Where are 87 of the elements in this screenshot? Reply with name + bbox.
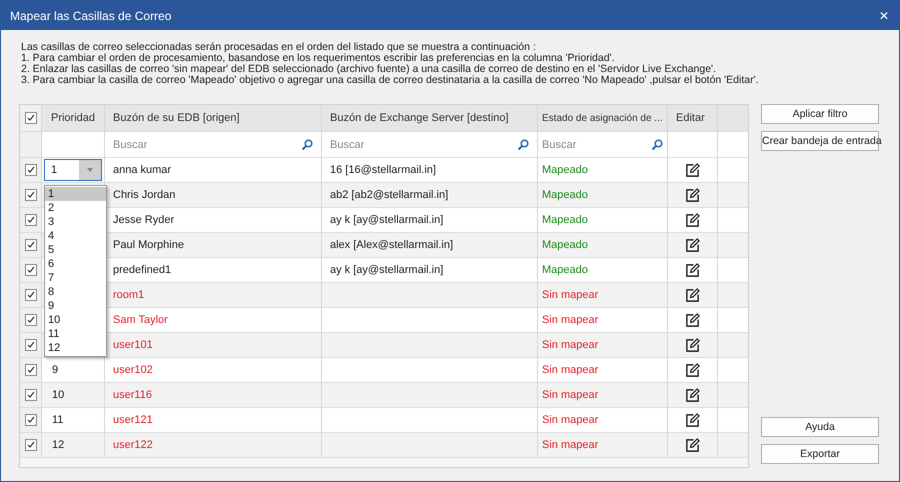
target-mailbox: 16 [16@stellarmail.in] (330, 164, 436, 176)
edit-icon[interactable] (685, 312, 700, 328)
dropdown-option[interactable]: 12 (45, 341, 106, 355)
instruction-text: 3. Para cambiar la casilla de correo 'Mapeado' objetivo o agregar una casilla de correo destinataria a la casilla de correo 'No Mapeado' ,pulsar el botón 'Editar'. (21, 75, 760, 86)
instruction-text: 2. Enlazar las casillas de correo 'sin mapear' del EDB seleccionado (archivo fuente) a una casilla de correo de destino en el 'Servidor Live Exchange'. (21, 64, 717, 75)
mapping-status: Sin mapear (542, 439, 598, 451)
dropdown-option[interactable]: 2 (45, 201, 106, 215)
source-mailbox: user121 (113, 414, 153, 426)
edit-icon[interactable] (685, 262, 700, 278)
priority-value: 11 (51, 414, 64, 426)
action-button[interactable]: Exportar (761, 444, 879, 464)
row-checkbox[interactable] (24, 239, 36, 251)
mapping-status: Mapeado (542, 214, 588, 226)
source-mailbox: user102 (113, 364, 153, 376)
mapping-status: Mapeado (542, 164, 588, 176)
close-button[interactable]: ✕ (868, 1, 899, 30)
dropdown-option[interactable]: 9 (45, 299, 106, 313)
source-mailbox: user116 (113, 389, 152, 401)
source-mailbox: Jesse Ryder (113, 214, 174, 226)
row-checkbox[interactable] (24, 414, 36, 426)
mapping-status: Sin mapear (542, 289, 598, 301)
mapping-status: Sin mapear (542, 364, 598, 376)
action-button[interactable]: Ayuda (761, 417, 879, 437)
search-field[interactable]: Buscar (330, 138, 430, 150)
mapping-status: Sin mapear (542, 414, 598, 426)
action-button[interactable]: Aplicar filtro (761, 104, 879, 124)
source-mailbox: Chris Jordan (113, 189, 176, 201)
source-mailbox: predefined1 (113, 264, 172, 276)
row-checkbox[interactable] (24, 314, 36, 326)
search-field[interactable]: Buscar (113, 138, 213, 150)
mapping-status: Mapeado (542, 264, 588, 276)
target-mailbox: ay k [ay@stellarmail.in] (330, 214, 444, 226)
source-mailbox: anna kumar (113, 164, 172, 176)
source-mailbox: user101 (113, 339, 153, 351)
edit-icon[interactable] (685, 238, 700, 252)
search-icon (517, 138, 529, 150)
source-mailbox: user122 (113, 439, 153, 451)
priority-value: 9 (51, 364, 58, 376)
search-icon (651, 138, 663, 150)
priority-combobox[interactable]: 1 (44, 159, 102, 181)
dropdown-option[interactable]: 10 (45, 313, 106, 327)
row-checkbox[interactable] (24, 339, 36, 351)
mapping-status: Mapeado (542, 189, 588, 201)
edit-icon[interactable] (685, 412, 700, 428)
select-all-checkbox[interactable] (24, 112, 36, 124)
mapping-status: Sin mapear (542, 314, 598, 326)
dropdown-option[interactable]: 1 (45, 187, 106, 201)
priority-value: 10 (51, 389, 64, 401)
edit-icon[interactable] (685, 288, 700, 302)
row-checkbox[interactable] (24, 164, 36, 176)
dropdown-option[interactable]: 3 (45, 215, 106, 229)
edit-icon[interactable] (685, 338, 700, 352)
dropdown-option[interactable]: 4 (45, 229, 106, 243)
instruction-text: 1. Para cambiar el orden de procesamiento, basandose en los requerimentos escribir las preferencias en la columna 'Prioridad'. (21, 53, 616, 64)
edit-icon[interactable] (685, 362, 700, 378)
source-mailbox: Paul Morphine (113, 239, 184, 251)
priority-value: 12 (51, 439, 64, 451)
edit-icon[interactable] (685, 388, 700, 402)
target-mailbox: ay k [ay@stellarmail.in] (330, 264, 444, 276)
edit-icon[interactable] (685, 162, 700, 178)
search-icon (301, 138, 313, 150)
instruction-text: Las casillas de correo seleccionadas serán procesadas en el orden del listado que se muestra a continuación : (21, 42, 537, 53)
row-checkbox[interactable] (24, 214, 36, 226)
row-checkbox[interactable] (24, 289, 36, 301)
mapping-status: Sin mapear (542, 389, 598, 401)
target-mailbox: ab2 [ab2@stellarmail.in] (330, 189, 448, 201)
row-checkbox[interactable] (24, 364, 36, 376)
edit-icon[interactable] (685, 188, 700, 202)
mapping-status: Mapeado (542, 239, 588, 251)
search-field[interactable]: Buscar (542, 138, 642, 150)
source-mailbox: room1 (113, 289, 144, 301)
edit-icon[interactable] (685, 212, 700, 228)
dropdown-option[interactable]: 7 (45, 271, 106, 285)
dropdown-option[interactable]: 11 (45, 327, 106, 341)
mapping-status: Sin mapear (542, 339, 598, 351)
row-checkbox[interactable] (24, 189, 36, 201)
row-checkbox[interactable] (24, 439, 36, 451)
row-checkbox[interactable] (24, 389, 36, 401)
row-checkbox[interactable] (24, 264, 36, 276)
source-mailbox: Sam Taylor (113, 314, 168, 326)
dropdown-option[interactable]: 8 (45, 285, 106, 299)
dropdown-option[interactable]: 5 (45, 243, 106, 257)
window-title: Mapear las Casillas de Correo (10, 8, 172, 22)
caret-icon (87, 168, 93, 172)
dropdown-option[interactable]: 6 (45, 257, 106, 271)
target-mailbox: alex [Alex@stellarmail.in] (330, 239, 454, 251)
edit-icon[interactable] (685, 438, 700, 452)
